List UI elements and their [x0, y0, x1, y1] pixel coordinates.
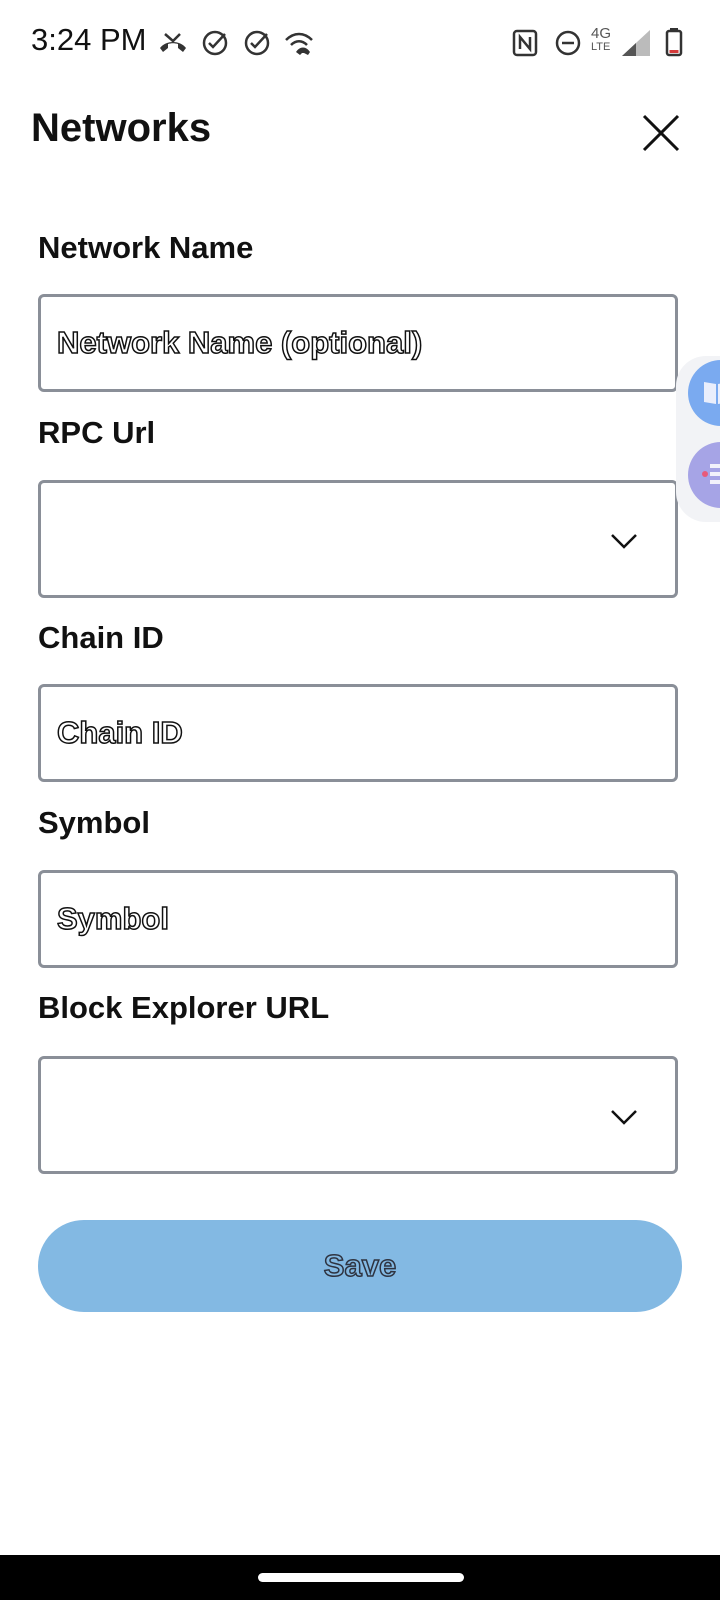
- network-name-input[interactable]: [55, 297, 659, 389]
- book-icon: [704, 382, 720, 404]
- missed-call-icon: [156, 26, 190, 60]
- block-explorer-url-label: Block Explorer URL: [38, 990, 330, 1025]
- block-explorer-url-dropdown[interactable]: [38, 1056, 678, 1174]
- floating-book-bubble[interactable]: [688, 360, 720, 426]
- battery-icon: [660, 26, 688, 60]
- home-gesture-bar[interactable]: [258, 1573, 464, 1582]
- page-title: Networks: [31, 106, 212, 150]
- chevron-down-icon[interactable]: [607, 1106, 641, 1128]
- nfc-icon: [508, 26, 542, 60]
- check-circle-icon: [240, 26, 274, 60]
- wifi-calling-icon: [282, 26, 316, 60]
- floating-list-bubble[interactable]: [688, 442, 720, 508]
- signal-icon: [620, 26, 656, 60]
- symbol-field[interactable]: [38, 870, 678, 968]
- chain-id-label: Chain ID: [38, 620, 164, 655]
- chain-id-input[interactable]: [55, 687, 659, 779]
- block-explorer-url-input[interactable]: [55, 1059, 659, 1171]
- network-type: 4G LTE: [591, 25, 612, 53]
- close-button[interactable]: [636, 108, 686, 158]
- save-button-label: Save: [323, 1247, 397, 1284]
- rpc-url-label: RPC Url: [38, 415, 156, 450]
- symbol-input[interactable]: [55, 873, 659, 965]
- network-name-label: Network Name: [38, 230, 254, 265]
- chain-id-field[interactable]: [38, 684, 678, 782]
- navigation-bar: [0, 1555, 720, 1600]
- symbol-label: Symbol: [38, 805, 150, 840]
- network-name-field[interactable]: [38, 294, 678, 392]
- status-bar: 3:24 PM 4G LTE: [0, 0, 720, 86]
- save-button[interactable]: Save: [38, 1220, 682, 1312]
- rpc-url-input[interactable]: [55, 483, 659, 595]
- list-icon: [702, 464, 720, 484]
- close-icon: [642, 114, 680, 152]
- chevron-down-icon[interactable]: [607, 530, 641, 552]
- floating-bubbles: [676, 356, 720, 522]
- do-not-disturb-icon: [551, 26, 585, 60]
- rpc-url-dropdown[interactable]: [38, 480, 678, 598]
- check-circle-icon: [198, 26, 232, 60]
- status-time: 3:24 PM: [31, 22, 147, 57]
